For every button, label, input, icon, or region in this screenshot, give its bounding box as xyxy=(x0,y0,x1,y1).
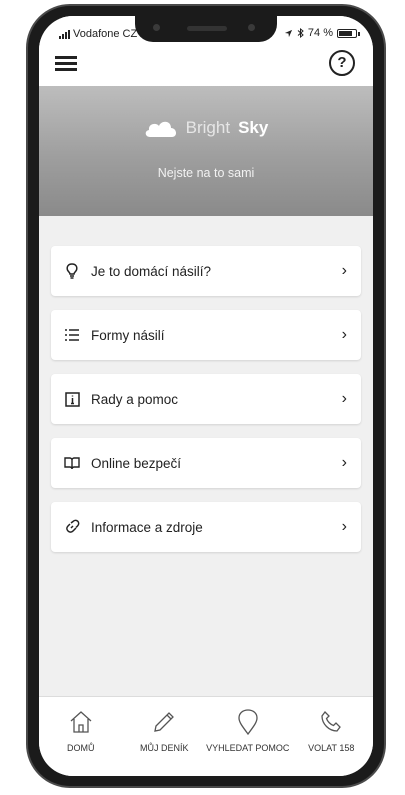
info-icon xyxy=(63,390,81,408)
nav-home[interactable]: DOMŮ xyxy=(39,697,123,776)
main-menu: Je to domácí násilí? › Formy násilí › Ra… xyxy=(51,246,361,566)
chevron-right-icon: › xyxy=(341,262,347,279)
chevron-right-icon: › xyxy=(341,326,347,343)
bottom-navigation: DOMŮ MŮJ DENÍK VYHLEDAT POMOC VOLAT 158 xyxy=(39,696,373,776)
phone-icon xyxy=(290,707,374,737)
help-icon[interactable]: ? xyxy=(329,50,355,76)
battery-icon xyxy=(337,28,360,38)
nav-label: DOMŮ xyxy=(67,743,95,753)
nav-my-diary[interactable]: MŮJ DENÍK xyxy=(123,697,207,776)
location-arrow-icon xyxy=(284,29,293,37)
notch xyxy=(135,16,277,42)
menu-item-label: Formy násilí xyxy=(91,327,165,343)
menu-item-information-and-resources[interactable]: Informace a zdroje › xyxy=(51,502,361,552)
tagline: Nejste na to sami xyxy=(157,166,255,180)
carrier-info: Vodafone CZ xyxy=(59,28,137,40)
location-pin-icon xyxy=(206,707,290,737)
menu-item-domestic-violence[interactable]: Je to domácí násilí? › xyxy=(51,246,361,296)
app-bar: ? xyxy=(39,46,373,86)
bluetooth-icon xyxy=(297,28,304,38)
phone-frame: Vodafone CZ 74 % ? Bright Sky Nejste na … xyxy=(26,4,386,788)
menu-icon[interactable] xyxy=(55,54,77,72)
menu-item-forms-of-violence[interactable]: Formy násilí › xyxy=(51,310,361,360)
home-icon xyxy=(39,707,123,737)
menu-item-online-safety[interactable]: Online bezpečí › xyxy=(51,438,361,488)
cloud-icon xyxy=(145,121,176,137)
link-icon xyxy=(63,518,81,536)
signal-icon xyxy=(59,29,70,39)
header-banner: Bright Sky Nejste na to sami xyxy=(39,86,373,216)
book-icon xyxy=(63,454,81,472)
nav-label: VOLAT 158 xyxy=(308,743,355,753)
nav-find-help[interactable]: VYHLEDAT POMOC xyxy=(206,697,290,776)
pencil-icon xyxy=(123,707,207,737)
menu-item-label: Rady a pomoc xyxy=(91,391,179,407)
menu-item-label: Online bezpečí xyxy=(91,455,182,471)
nav-call-158[interactable]: VOLAT 158 xyxy=(290,697,374,776)
system-indicators: 74 % xyxy=(284,27,360,39)
menu-item-label: Je to domácí násilí? xyxy=(91,263,212,279)
app-logo: Bright Sky xyxy=(39,118,373,138)
brand-name-light: Bright xyxy=(185,118,231,137)
menu-item-label: Informace a zdroje xyxy=(91,519,203,535)
menu-item-advice-and-help[interactable]: Rady a pomoc › xyxy=(51,374,361,424)
phone-screen: Vodafone CZ 74 % ? Bright Sky Nejste na … xyxy=(39,16,373,776)
chevron-right-icon: › xyxy=(341,518,347,535)
chevron-right-icon: › xyxy=(341,454,347,471)
battery-percent: 74 % xyxy=(307,27,333,39)
carrier-name: Vodafone CZ xyxy=(73,28,138,40)
nav-label: MŮJ DENÍK xyxy=(139,743,189,753)
list-icon xyxy=(63,326,81,344)
lightbulb-icon xyxy=(63,262,81,280)
chevron-right-icon: › xyxy=(341,390,347,407)
brand-name-bold: Sky xyxy=(238,118,269,137)
nav-label: VYHLEDAT POMOC xyxy=(206,743,290,753)
